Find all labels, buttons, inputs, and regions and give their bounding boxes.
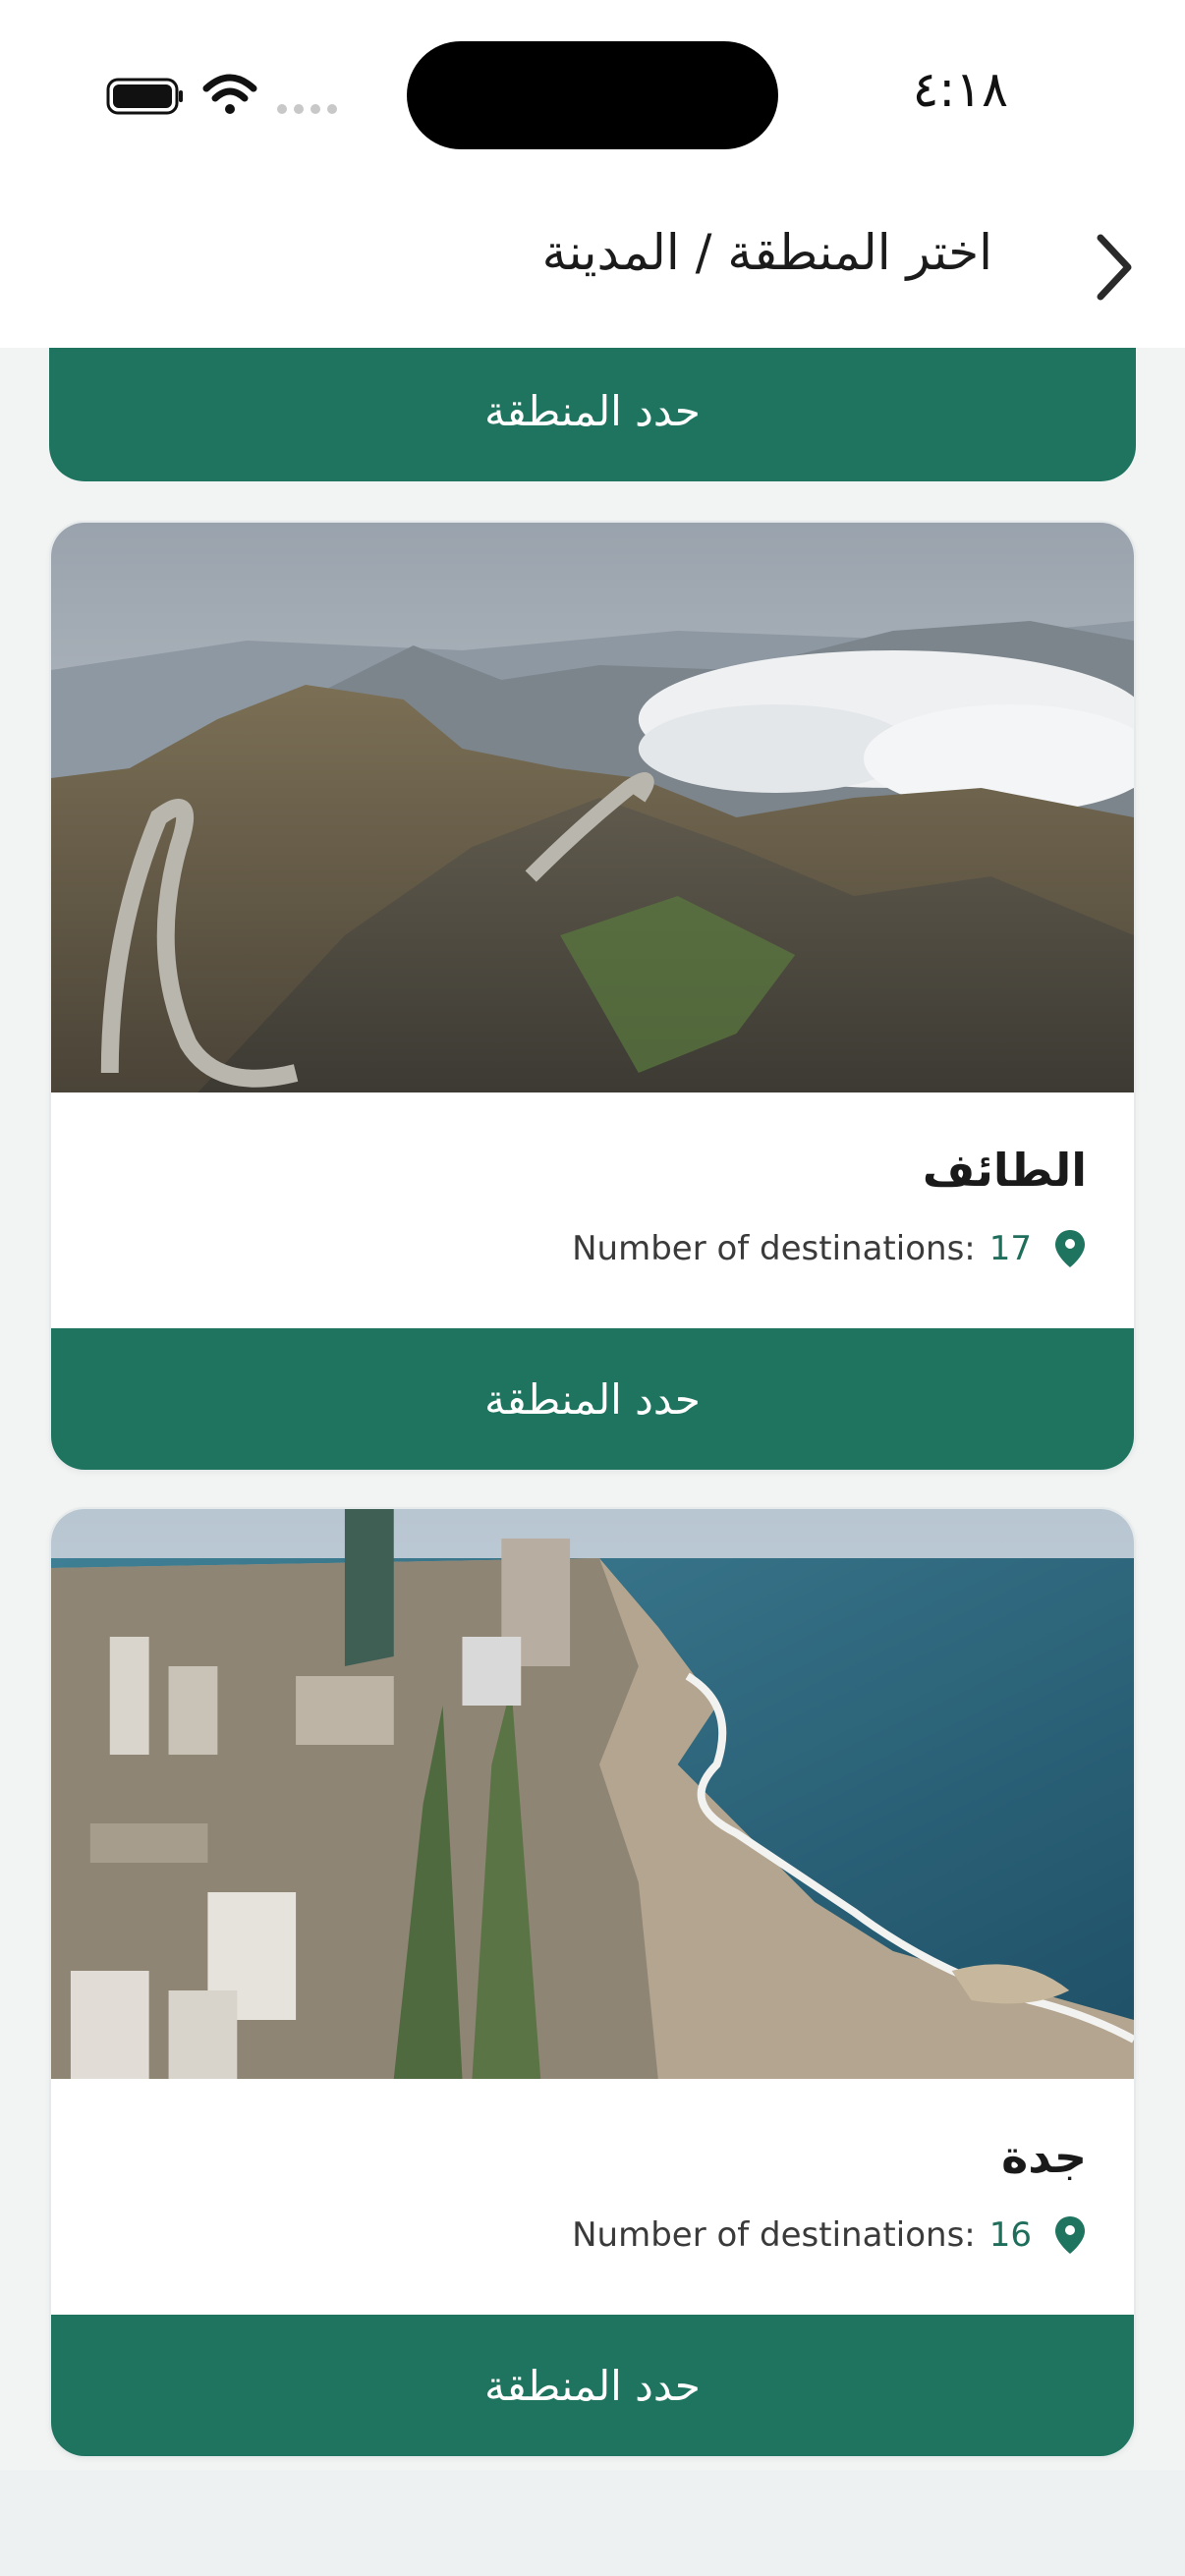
mountain-road-photo [51,523,1134,1092]
chevron-right-icon[interactable] [1091,230,1140,305]
destinations-label: Number of destinations: [572,1229,976,1268]
destinations-count: 17 [988,1229,1032,1268]
select-region-button[interactable]: حدد المنطقة [51,1328,1134,1470]
nav-header: اختر المنطقة / المدينة [0,187,1185,348]
region-card: حدد المنطقة [49,348,1136,481]
coastal-city-photo [51,1509,1134,2079]
card-info: جدة Number of destinations: 16 [51,2079,1134,2315]
region-list[interactable]: حدد المنطقة الطائف Number of destination… [0,348,1185,2470]
dynamic-island [407,41,778,149]
status-bar: ٤:١٨ [0,0,1185,187]
select-region-button[interactable]: حدد المنطقة [51,2315,1134,2456]
region-name: جدة [1001,2130,1087,2183]
battery-icon [106,78,183,115]
bottom-area [0,2470,1185,2576]
location-pin-icon [1055,2216,1085,2254]
region-card: الطائف Number of destinations: 17 حدد ال… [49,521,1136,1472]
card-info: الطائف Number of destinations: 17 [51,1092,1134,1328]
destinations-row: Number of destinations: 16 [572,2214,1087,2256]
region-card: جدة Number of destinations: 16 حدد المنط… [49,1507,1136,2458]
wifi-icon [202,74,257,114]
status-time: ٤:١٨ [912,61,1008,118]
location-pin-icon [1055,1230,1085,1267]
select-region-button[interactable]: حدد المنطقة [49,348,1136,481]
region-name: الطائف [922,1144,1087,1197]
destinations-row: Number of destinations: 17 [572,1228,1087,1269]
destinations-label: Number of destinations: [572,2215,976,2255]
cellular-signal-icon [277,104,337,114]
destinations-count: 16 [988,2215,1032,2255]
page-title: اختر المنطقة / المدينة [541,224,992,281]
